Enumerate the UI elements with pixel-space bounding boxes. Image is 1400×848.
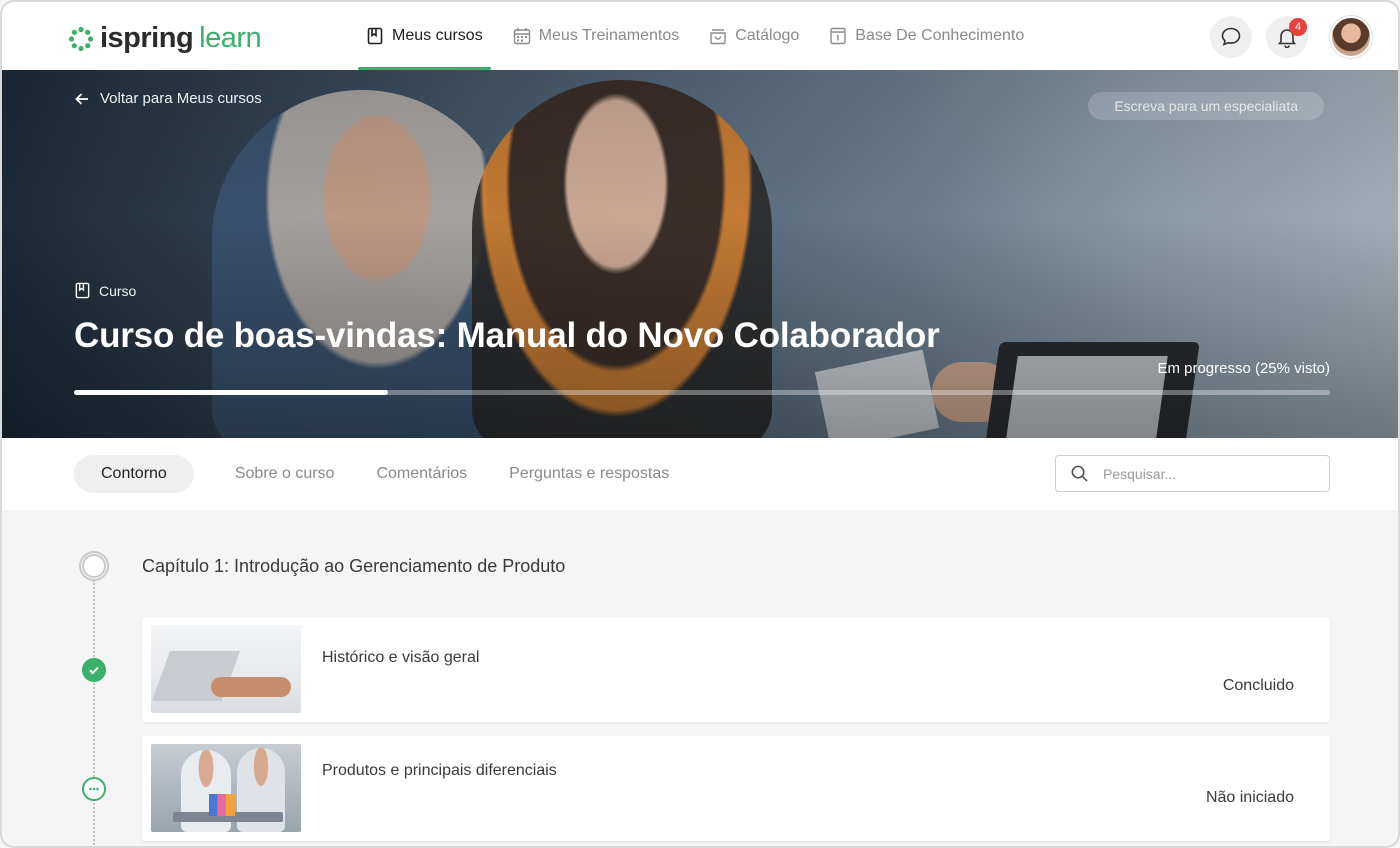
- lesson-thumbnail: [151, 625, 301, 713]
- chat-bubble-icon: [1221, 27, 1241, 46]
- main-nav: Meus cursos Meus Treinamentos Catálogo B…: [358, 2, 1046, 70]
- back-to-courses-link[interactable]: Voltar para Meus cursos: [74, 90, 262, 107]
- lesson-title: Histórico e visão geral: [322, 649, 480, 666]
- logo-text-learn: learn: [199, 22, 262, 54]
- book-icon: [75, 282, 90, 299]
- basket-icon: [710, 29, 726, 45]
- course-title: Curso de boas-vindas: Manual do Novo Col…: [74, 316, 940, 355]
- app-frame: ispring learn Meus cursos Meus Treinament…: [0, 0, 1400, 848]
- ispring-logo-icon: [68, 26, 94, 51]
- calendar-icon: [513, 28, 530, 45]
- tab-sobre-o-curso[interactable]: Sobre o curso: [228, 455, 342, 493]
- nav-item-label: Base De Conhecimento: [855, 27, 1025, 44]
- nav-item-label: Catálogo: [735, 27, 800, 44]
- course-tabbar: Contorno Sobre o curso Comentários Pergu…: [2, 438, 1398, 510]
- write-to-expert-button[interactable]: Escreva para um especialiata: [1088, 92, 1324, 120]
- course-outline: Capítulo 1: Introdução ao Gerenciamento …: [2, 510, 1398, 846]
- search-icon: [1071, 465, 1088, 482]
- lesson-status: Não iniciado: [1205, 789, 1294, 806]
- nav-item-meus-cursos[interactable]: Meus cursos: [358, 2, 491, 70]
- lesson-status: Concluido: [1222, 677, 1294, 694]
- tab-comentarios[interactable]: Comentários: [369, 455, 474, 493]
- notifications-button[interactable]: 4: [1266, 16, 1308, 58]
- search-box: [1055, 455, 1330, 492]
- nav-item-catalogo[interactable]: Catálogo: [701, 2, 807, 70]
- chapter-status-node: [79, 551, 109, 581]
- logo[interactable]: ispring learn: [68, 22, 262, 55]
- notifications-badge: 4: [1289, 18, 1307, 36]
- logo-text-ispring: ispring: [100, 22, 194, 54]
- more-dots-icon: [89, 787, 99, 791]
- progress-bar-fill: [74, 390, 388, 395]
- nav-item-label: Meus Treinamentos: [538, 27, 680, 44]
- chat-button[interactable]: [1210, 16, 1252, 58]
- back-link-label: Voltar para Meus cursos: [100, 90, 262, 107]
- lesson-thumbnail: [151, 744, 301, 832]
- search-input[interactable]: [1103, 465, 1303, 482]
- lesson-item[interactable]: Histórico e visão geral Concluido: [142, 617, 1330, 722]
- outline-timeline: [93, 580, 95, 846]
- nav-item-label: Meus cursos: [392, 27, 483, 44]
- progress-bar: [74, 390, 1330, 395]
- book-icon: [367, 27, 383, 45]
- lesson-completed-node: [82, 658, 106, 682]
- info-book-icon: [830, 27, 846, 45]
- user-avatar[interactable]: [1330, 16, 1372, 58]
- tab-contorno[interactable]: Contorno: [74, 455, 194, 493]
- progress-status: Em progresso (25% visto): [1157, 360, 1330, 377]
- content-type-label: Curso: [74, 282, 136, 299]
- nav-item-meus-treinamentos[interactable]: Meus Treinamentos: [505, 2, 688, 70]
- checkmark-icon: [89, 666, 99, 675]
- top-navigation: ispring learn Meus cursos Meus Treinament…: [2, 2, 1398, 70]
- course-tabs: Contorno Sobre o curso Comentários Pergu…: [74, 455, 696, 493]
- lesson-item[interactable]: Produtos e principais diferenciais Não i…: [142, 736, 1330, 841]
- hero-overlay: [2, 70, 1398, 438]
- nav-item-base-de-conhecimento[interactable]: Base De Conhecimento: [821, 2, 1032, 70]
- arrow-left-icon: [75, 92, 88, 105]
- lesson-not-started-node: [82, 777, 106, 801]
- tab-perguntas-e-respostas[interactable]: Perguntas e respostas: [502, 455, 676, 493]
- nav-actions: 4: [1210, 16, 1372, 58]
- content-type-text: Curso: [99, 282, 137, 299]
- chapter-title: Capítulo 1: Introdução ao Gerenciamento …: [142, 556, 566, 576]
- lesson-title: Produtos e principais diferenciais: [322, 762, 557, 779]
- course-hero: Voltar para Meus cursos Escreva para um …: [2, 70, 1398, 438]
